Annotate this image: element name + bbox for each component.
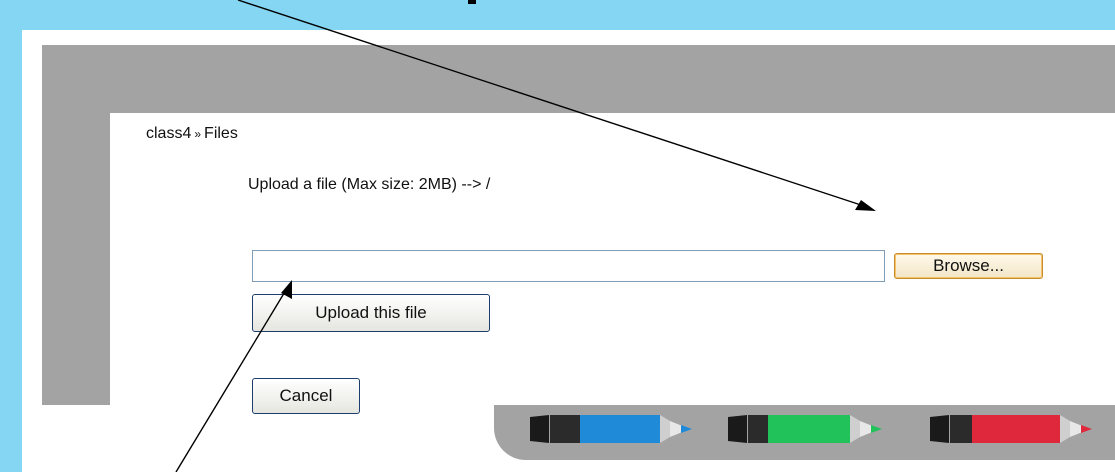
breadcrumb-current: Files [204, 125, 238, 142]
marker-body-0 [580, 415, 660, 443]
marker-tray-icons [530, 415, 1092, 443]
marker-tray [494, 405, 1115, 460]
left-border [0, 0, 22, 472]
upload-instructions: Upload a file (Max size: 2MB) --> / [248, 176, 491, 193]
green-marker-icon [728, 415, 882, 443]
header-band [0, 0, 1115, 30]
marker-body-2 [972, 415, 1060, 443]
upload-file-button[interactable]: Upload this file [252, 294, 490, 332]
browse-button[interactable]: Browse... [894, 253, 1043, 279]
marker-body-1 [768, 415, 850, 443]
upload-panel: class4» Files Upload a file (Max size: 2M… [110, 113, 1115, 425]
blue-marker-icon [530, 415, 692, 443]
content-frame: class4» Files Upload a file (Max size: 2M… [42, 45, 1115, 425]
cancel-button[interactable]: Cancel [252, 378, 360, 414]
breadcrumb: class4» Files [146, 125, 238, 143]
breadcrumb-separator: » [194, 127, 202, 141]
file-path-input[interactable] [252, 250, 885, 282]
cropped-title-fragment [468, 0, 476, 4]
red-marker-icon [930, 415, 1092, 443]
breadcrumb-course-link[interactable]: class4 [146, 125, 191, 142]
